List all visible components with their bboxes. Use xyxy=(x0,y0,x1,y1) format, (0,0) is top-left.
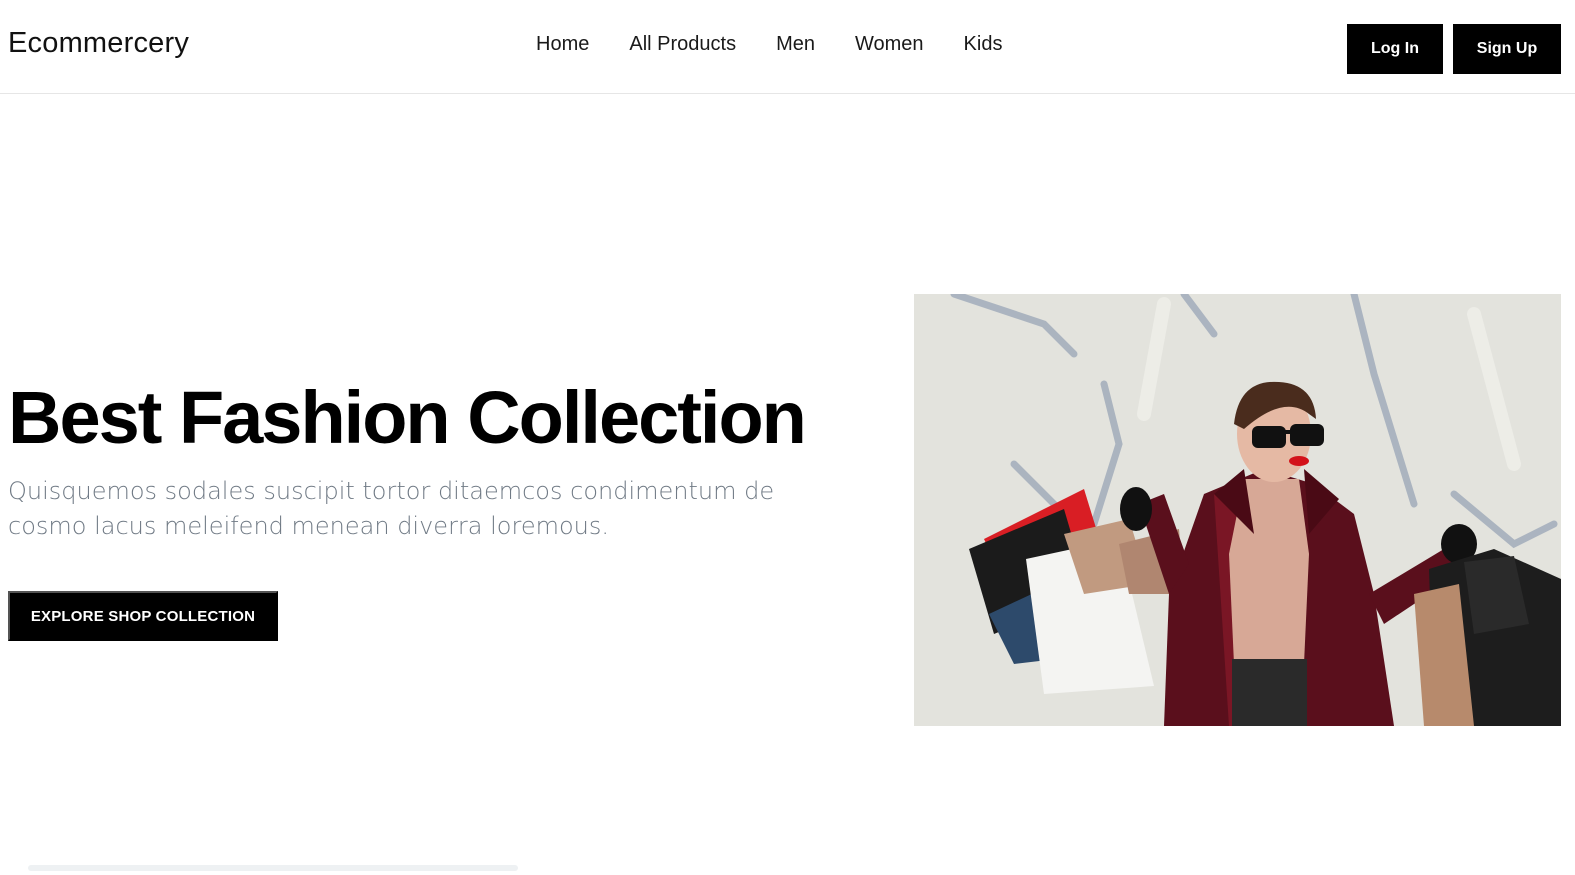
brand-logo[interactable]: Ecommercery xyxy=(8,27,189,60)
main-nav: Home All Products Men Women Kids xyxy=(536,33,1002,56)
explore-shop-button[interactable]: EXPLORE SHOP COLLECTION xyxy=(8,591,278,641)
nav-item-women[interactable]: Women xyxy=(855,33,924,56)
section-divider xyxy=(28,865,518,871)
login-button[interactable]: Log In xyxy=(1347,24,1443,74)
nav-item-kids[interactable]: Kids xyxy=(964,33,1003,56)
signup-button[interactable]: Sign Up xyxy=(1453,24,1561,74)
hero-image xyxy=(914,294,1561,726)
nav-item-all-products[interactable]: All Products xyxy=(629,33,736,56)
nav-item-home[interactable]: Home xyxy=(536,33,589,56)
hero-title: Best Fashion Collection xyxy=(8,376,807,459)
hero-subtitle: Quisquemos sodales suscipit tortor ditae… xyxy=(8,477,775,540)
nav-item-men[interactable]: Men xyxy=(776,33,815,56)
site-header: Ecommercery Home All Products Men Women … xyxy=(0,0,1575,94)
